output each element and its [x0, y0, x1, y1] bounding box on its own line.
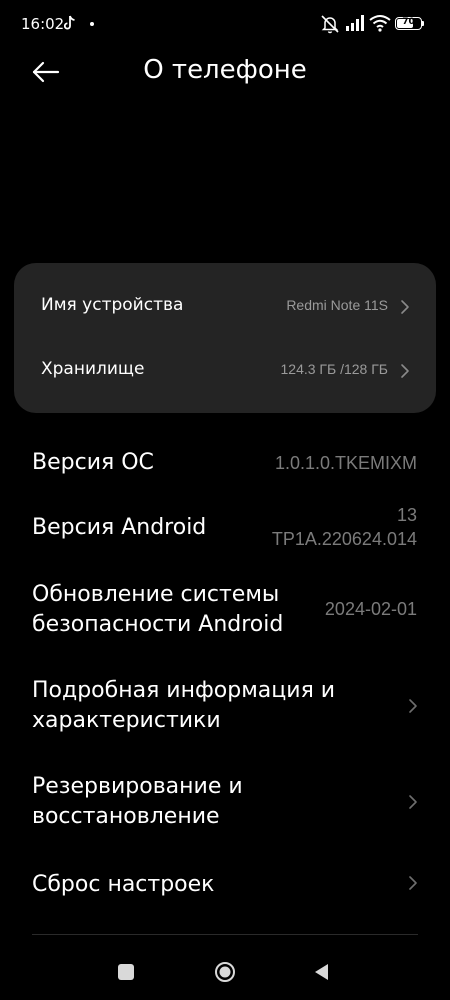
- signal-icon: [346, 15, 364, 31]
- battery-tip: [422, 21, 424, 26]
- android-version-value: 13 TP1A.220624.014: [272, 503, 417, 551]
- wifi-icon: [369, 15, 391, 32]
- chevron-right-icon: [409, 795, 417, 809]
- android-version-number: 13: [396, 505, 417, 525]
- back-icon[interactable]: [313, 963, 331, 981]
- security-update-label-line2: безопасности Android: [32, 612, 284, 637]
- security-update-label-line1: Обновление системы: [32, 582, 280, 607]
- security-update-label: Обновление системы безопасности Android: [32, 580, 283, 640]
- security-update-value: 2024-02-01: [324, 599, 417, 619]
- factory-reset-label: Сброс настроек: [32, 872, 215, 897]
- factory-reset-item[interactable]: Сброс настроек: [0, 868, 450, 902]
- os-version-item[interactable]: Версия ОС 1.0.1.0.TKEMIXM: [0, 445, 450, 485]
- detailed-info-item[interactable]: Подробная информация и характеристики: [0, 676, 450, 738]
- chevron-right-icon: [409, 699, 417, 713]
- os-version-label: Версия ОС: [32, 450, 154, 475]
- status-bar: 16:02 70: [0, 0, 450, 48]
- backup-restore-label-line1: Резервирование и: [32, 774, 243, 799]
- status-time: 16:02: [21, 15, 65, 33]
- backup-restore-item[interactable]: Резервирование и восстановление: [0, 772, 450, 834]
- chevron-right-icon: [401, 300, 409, 314]
- chevron-right-icon: [409, 876, 417, 890]
- detailed-info-label: Подробная информация и характеристики: [32, 676, 335, 736]
- page-title: О телефоне: [143, 55, 307, 85]
- detailed-info-label-line1: Подробная информация и: [32, 678, 336, 703]
- notification-dot-icon: [90, 22, 94, 26]
- battery-icon: 70: [395, 17, 422, 30]
- android-version-label: Версия Android: [32, 515, 207, 540]
- backup-restore-label-line2: восстановление: [32, 804, 220, 829]
- device-name-value: Redmi Note 11S: [286, 297, 388, 313]
- storage-value: 124.3 ГБ /128 ГБ: [280, 361, 389, 377]
- storage-label: Хранилище: [41, 359, 145, 379]
- battery-level: 70: [402, 17, 415, 27]
- android-version-item[interactable]: Версия Android 13 TP1A.220624.014: [0, 505, 450, 555]
- home-icon[interactable]: [214, 961, 236, 983]
- backup-restore-label: Резервирование и восстановление: [32, 772, 243, 832]
- mute-icon: [321, 15, 339, 34]
- security-update-item: Обновление системы безопасности Android …: [0, 580, 450, 642]
- device-info-card: Имя устройства Redmi Note 11S Хранилище …: [14, 263, 436, 413]
- detailed-info-label-line2: характеристики: [32, 708, 221, 733]
- tiktok-icon: [64, 15, 75, 30]
- os-version-value: 1.0.1.0.TKEMIXM: [274, 453, 417, 473]
- recents-icon[interactable]: [118, 964, 134, 980]
- device-name-label: Имя устройства: [41, 295, 184, 315]
- android-build-number: TP1A.220624.014: [271, 529, 417, 549]
- chevron-right-icon: [401, 364, 409, 378]
- device-name-row[interactable]: Имя устройства Redmi Note 11S: [14, 274, 436, 338]
- storage-row[interactable]: Хранилище 124.3 ГБ /128 ГБ: [14, 338, 436, 402]
- divider: [32, 934, 418, 935]
